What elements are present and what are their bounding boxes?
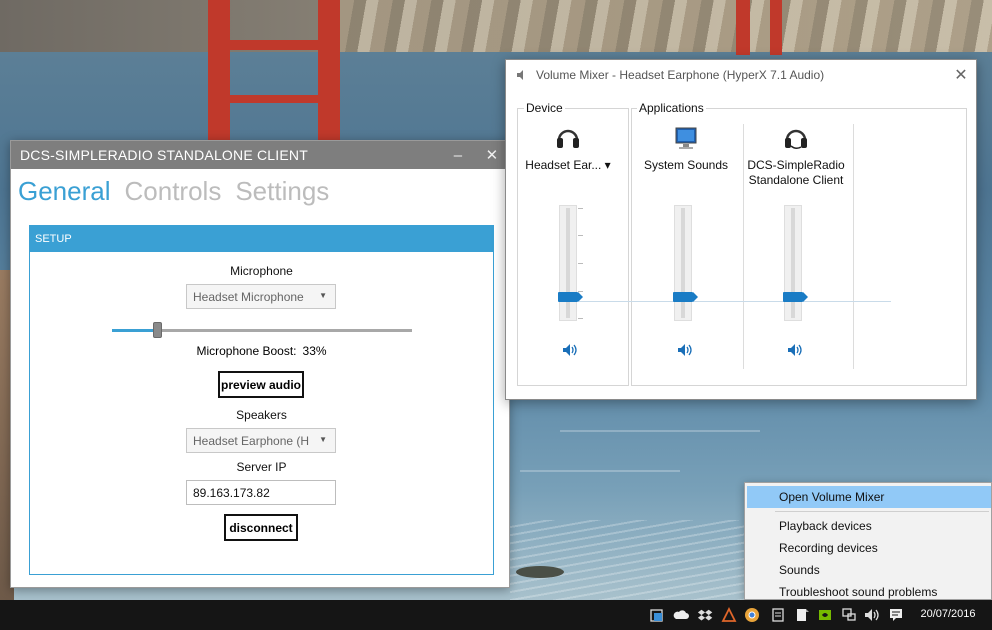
- disconnect-button[interactable]: disconnect: [224, 514, 298, 541]
- notification-icon[interactable]: [888, 607, 904, 623]
- server-ip-input[interactable]: 89.163.173.82: [186, 480, 336, 505]
- chevron-down-icon: ▼: [319, 435, 327, 444]
- sound-context-menu: Open Volume Mixer Playback devices Recor…: [744, 482, 992, 600]
- volume-thumb-device[interactable]: [558, 292, 583, 302]
- channel-name-srs-client: DCS-SimpleRadio Standalone Client: [747, 158, 845, 187]
- bridge-tower-leg: [208, 0, 230, 140]
- srs-tab-bar: General Controls Settings: [11, 169, 509, 213]
- taskbar-date[interactable]: 20/07/2016: [908, 608, 988, 620]
- volume-thumb-srs-client[interactable]: [783, 292, 808, 302]
- level-guide-line: [579, 301, 891, 302]
- mic-boost-label: Microphone Boost:: [196, 344, 297, 358]
- applications-group-label: Applications: [637, 101, 706, 115]
- chevron-down-icon: ▼: [319, 291, 327, 300]
- dropbox-icon[interactable]: [697, 607, 713, 623]
- headset-icon: [782, 124, 810, 152]
- speakers-select-value: Headset Earphone (H: [193, 433, 310, 448]
- channel-name-system-sounds: System Sounds: [643, 158, 729, 172]
- setup-header: SETUP: [30, 226, 493, 252]
- tab-general[interactable]: General: [18, 176, 111, 207]
- mute-system-sounds-button[interactable]: [677, 343, 693, 357]
- volume-icon[interactable]: [864, 607, 880, 623]
- mute-device-button[interactable]: [562, 343, 578, 357]
- slider-fill: [112, 329, 157, 332]
- mic-level-slider[interactable]: [112, 320, 412, 340]
- headset-icon: [554, 124, 582, 152]
- server-ip-value: 89.163.173.82: [193, 485, 270, 500]
- bridge-tower-far: [736, 0, 750, 55]
- menu-item-open-volume-mixer[interactable]: Open Volume Mixer: [747, 486, 991, 508]
- app-icon[interactable]: [721, 606, 737, 623]
- channel-name-device[interactable]: Headset Ear... ▾: [513, 158, 623, 173]
- mute-srs-client-button[interactable]: [787, 343, 803, 357]
- menu-item-playback-devices[interactable]: Playback devices: [747, 515, 991, 537]
- city-hills: [340, 0, 992, 58]
- mixer-window-title: Volume Mixer - Headset Earphone (HyperX …: [536, 68, 825, 82]
- microphone-select-value: Headset Microphone: [193, 289, 304, 304]
- onedrive-icon[interactable]: [673, 607, 689, 623]
- slider-thumb[interactable]: [153, 322, 162, 338]
- mixer-title-bar[interactable]: Volume Mixer - Headset Earphone (HyperX …: [506, 60, 976, 90]
- volume-slider-track[interactable]: [559, 205, 577, 321]
- notes-icon[interactable]: [770, 607, 786, 623]
- network-icon[interactable]: [841, 607, 857, 623]
- srs-title-bar[interactable]: DCS-SIMPLERADIO STANDALONE CLIENT – ✕: [11, 141, 509, 169]
- island-rock: [516, 566, 564, 578]
- bridge-tower-far: [770, 0, 782, 55]
- server-ip-label: Server IP: [236, 460, 287, 474]
- volume-slider-track[interactable]: [784, 205, 802, 321]
- mixer-close-button[interactable]: ✕: [946, 65, 976, 85]
- setup-panel: SETUP Microphone Headset Microphone ▼ Mi…: [29, 225, 494, 575]
- menu-item-recording-devices[interactable]: Recording devices: [747, 537, 991, 559]
- menu-separator: [775, 511, 989, 512]
- taskbar: 20/07/2016: [0, 600, 992, 630]
- shield-icon[interactable]: [649, 607, 665, 623]
- mixer-channel-system-sounds: System Sounds: [631, 124, 741, 173]
- srs-client-window: DCS-SIMPLERADIO STANDALONE CLIENT – ✕ Ge…: [10, 140, 510, 588]
- tick: [578, 208, 583, 209]
- device-group-label: Device: [524, 101, 565, 115]
- wave: [520, 470, 680, 472]
- tab-settings[interactable]: Settings: [235, 176, 329, 207]
- speaker-icon: [516, 69, 528, 81]
- menu-item-sounds[interactable]: Sounds: [747, 559, 991, 581]
- speakers-label: Speakers: [236, 408, 287, 422]
- wave: [560, 430, 760, 432]
- system-sounds-icon: [672, 124, 700, 152]
- microphone-select[interactable]: Headset Microphone ▼: [186, 284, 336, 309]
- srs-close-button[interactable]: ✕: [475, 146, 509, 164]
- notes-icon[interactable]: [794, 607, 810, 623]
- tick: [578, 263, 583, 264]
- bridge-tower-leg: [318, 0, 340, 140]
- tab-controls[interactable]: Controls: [125, 176, 222, 207]
- volume-mixer-window: Volume Mixer - Headset Earphone (HyperX …: [505, 59, 977, 400]
- tick: [578, 318, 583, 319]
- tick: [578, 235, 583, 236]
- volume-slider-track[interactable]: [674, 205, 692, 321]
- speakers-select[interactable]: Headset Earphone (H ▼: [186, 428, 336, 453]
- srs-minimize-button[interactable]: –: [441, 147, 475, 164]
- mic-boost-value: 33%: [302, 344, 327, 358]
- bridge-tower-strut: [228, 95, 320, 103]
- volume-thumb-system-sounds[interactable]: [673, 292, 698, 302]
- chrome-icon[interactable]: [744, 607, 760, 623]
- microphone-label: Microphone: [230, 264, 293, 278]
- nvidia-icon[interactable]: [817, 607, 833, 623]
- mixer-channel-device: Headset Ear... ▾: [513, 124, 623, 173]
- mic-boost-readout: Microphone Boost: 33%: [30, 344, 493, 358]
- bridge-tower-strut: [228, 40, 320, 50]
- srs-window-title: DCS-SIMPLERADIO STANDALONE CLIENT: [20, 147, 308, 163]
- channel-divider: [853, 124, 854, 369]
- mixer-channel-srs-client: DCS-SimpleRadio Standalone Client: [741, 124, 851, 188]
- preview-audio-button[interactable]: preview audio: [218, 371, 304, 398]
